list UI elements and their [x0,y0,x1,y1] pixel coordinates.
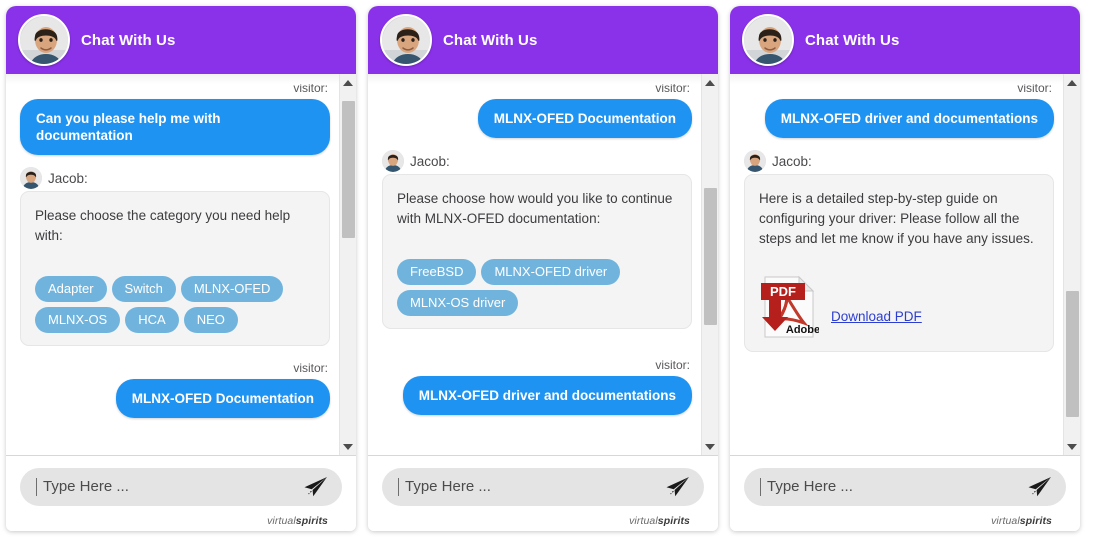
message-input[interactable] [405,478,658,496]
scroll-down-arrow-icon[interactable] [702,438,718,455]
message-list: visitor: Can you please help me with doc… [6,74,356,455]
agent-name: Jacob: [410,153,450,169]
agent-avatar-small [20,167,42,189]
svg-text:Adobe: Adobe [786,324,819,336]
agent-avatar-small [744,150,766,172]
agent-avatar-small [382,150,404,172]
scroll-up-arrow-icon[interactable] [1064,74,1080,91]
agent-name-row: Jacob: [20,167,330,189]
scrollbar-thumb[interactable] [1066,291,1079,417]
chip-freebsd[interactable]: FreeBSD [397,259,477,285]
chat-header: Chat With Us [6,6,356,74]
chat-header: Chat With Us [730,6,1080,74]
visitor-bubble: Can you please help me with documentatio… [20,99,330,155]
agent-message-text: Here is a detailed step-by-step guide on… [759,191,1034,246]
scroll-down-arrow-icon[interactable] [1064,438,1080,455]
quick-reply-chips: Adapter Switch MLNX-OFED MLNX-OS HCA NEO [35,276,315,333]
agent-bubble: Please choose the category you need help… [20,191,330,346]
agent-name: Jacob: [48,170,88,186]
visitor-message-top: visitor: Can you please help me with doc… [16,80,330,161]
composer: virtualspirits [368,455,718,531]
scrollbar-thumb[interactable] [342,100,355,238]
text-caret [36,478,37,496]
chip-adapter[interactable]: Adapter [35,276,107,302]
chat-header: Chat With Us [368,6,718,74]
download-pdf-link[interactable]: Download PDF [831,307,922,327]
brand-footer: virtualspirits [744,506,1066,527]
message-input-pill[interactable] [744,468,1066,506]
chip-mlnx-os[interactable]: MLNX-OS [35,307,121,333]
text-caret [760,478,761,496]
agent-name-row: Jacob: [744,150,1054,172]
text-caret [398,478,399,496]
visitor-bubble: MLNX-OFED Documentation [477,99,692,138]
brand-bold: spirits [1019,515,1052,527]
scroll-down-arrow-icon[interactable] [340,438,356,455]
brand-bold: spirits [657,515,690,527]
message-input-pill[interactable] [20,468,342,506]
scrollbar-thumb[interactable] [704,188,717,326]
agent-message-text: Please choose how would you like to cont… [397,191,673,226]
visitor-label: visitor: [293,81,328,95]
chip-hca[interactable]: HCA [125,307,179,333]
agent-avatar-large [742,14,794,66]
agent-bubble: Here is a detailed step-by-step guide on… [744,174,1054,352]
composer: virtualspirits [6,455,356,531]
chip-switch[interactable]: Switch [111,276,176,302]
chat-title: Chat With Us [443,31,538,49]
agent-name: Jacob: [772,153,812,169]
send-paper-plane-icon[interactable] [302,476,328,498]
agent-bubble: Please choose how would you like to cont… [382,174,692,329]
visitor-label: visitor: [293,361,328,375]
message-list: visitor: MLNX-OFED driver and documentat… [730,74,1080,455]
brand-footer: virtualspirits [20,506,342,527]
agent-avatar-large [18,14,70,66]
send-paper-plane-icon[interactable] [664,476,690,498]
visitor-message-top: visitor: MLNX-OFED driver and documentat… [740,80,1054,144]
pdf-attachment: PDF Adobe Download PDF [759,275,1039,339]
brand-light: virtual [991,515,1020,527]
scroll-up-arrow-icon[interactable] [340,74,356,91]
chat-widget-panel-3: Chat With Us visitor: MLNX-OFED driver a… [724,0,1086,539]
brand-light: virtual [267,515,296,527]
brand-footer: virtualspirits [382,506,704,527]
visitor-message-bottom: visitor: MLNX-OFED Documentation [16,360,330,424]
message-list: visitor: MLNX-OFED Documentation Jacob: … [368,74,718,455]
message-scrollbar[interactable] [339,74,356,455]
visitor-bubble: MLNX-OFED Documentation [115,379,330,418]
composer: virtualspirits [730,455,1080,531]
message-input-pill[interactable] [382,468,704,506]
visitor-message-bottom: visitor: MLNX-OFED driver and documentat… [378,357,692,421]
send-paper-plane-icon[interactable] [1026,476,1052,498]
agent-message-text: Please choose the category you need help… [35,208,291,243]
svg-text:PDF: PDF [770,284,796,299]
chat-title: Chat With Us [81,31,176,49]
message-scrollbar[interactable] [1063,74,1080,455]
message-input[interactable] [767,478,1020,496]
message-input[interactable] [43,478,296,496]
visitor-bubble: MLNX-OFED driver and documentations [764,99,1054,138]
visitor-label: visitor: [655,358,690,372]
visitor-label: visitor: [1017,81,1052,95]
quick-reply-chips: FreeBSD MLNX-OFED driver MLNX-OS driver [397,259,677,316]
agent-name-row: Jacob: [382,150,692,172]
chip-mlnx-ofed[interactable]: MLNX-OFED [180,276,284,302]
chat-widget-panel-1: Chat With Us visitor: Can you please hel… [0,0,362,539]
chip-mlnx-os-driver[interactable]: MLNX-OS driver [397,290,519,316]
brand-bold: spirits [295,515,328,527]
visitor-message-top: visitor: MLNX-OFED Documentation [378,80,692,144]
chip-mlnx-ofed-driver[interactable]: MLNX-OFED driver [481,259,621,285]
chat-widget-panel-2: Chat With Us visitor: MLNX-OFED Document… [362,0,724,539]
visitor-label: visitor: [655,81,690,95]
scroll-up-arrow-icon[interactable] [702,74,718,91]
adobe-pdf-download-icon[interactable]: PDF Adobe [759,275,820,339]
chip-neo[interactable]: NEO [183,307,238,333]
message-scrollbar[interactable] [701,74,718,455]
visitor-bubble: MLNX-OFED driver and documentations [402,376,692,415]
chat-widget-gallery: Chat With Us visitor: Can you please hel… [0,0,1102,539]
chat-title: Chat With Us [805,31,900,49]
brand-light: virtual [629,515,658,527]
agent-avatar-large [380,14,432,66]
